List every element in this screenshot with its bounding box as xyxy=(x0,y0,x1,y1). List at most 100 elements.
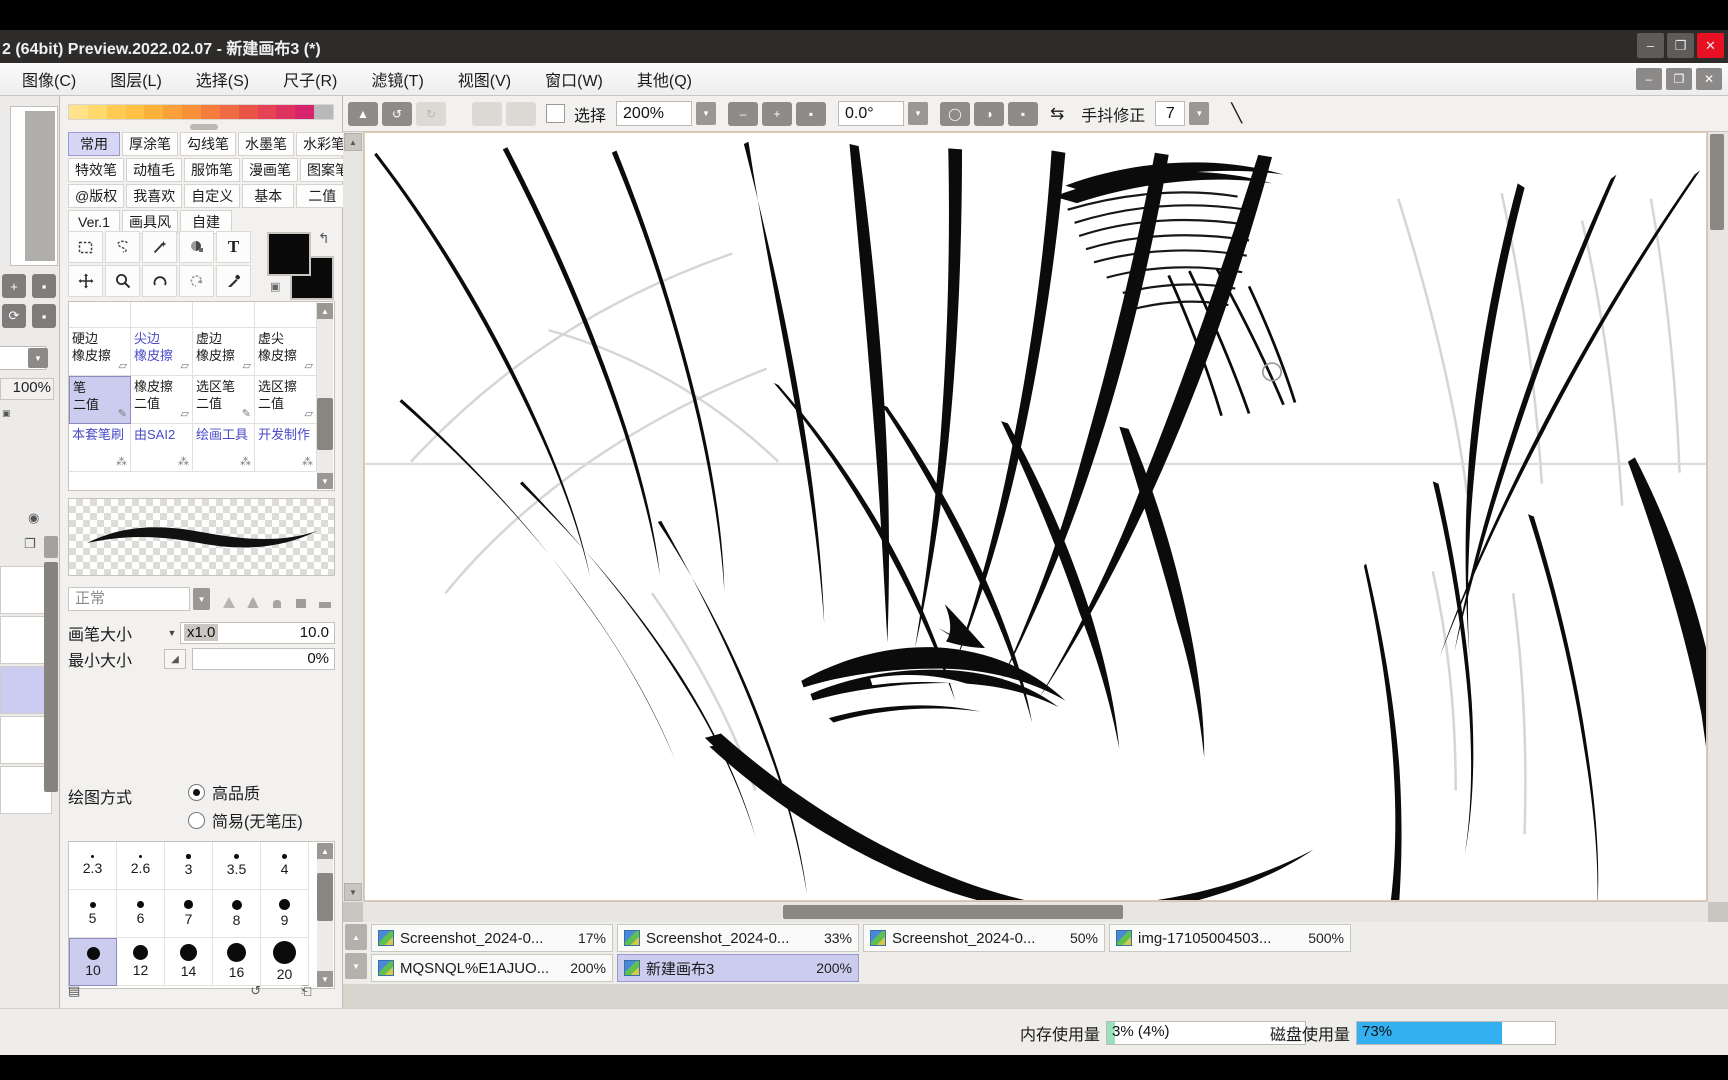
brush-category-自定义[interactable]: 自定义 xyxy=(184,184,241,208)
layer-add-icon[interactable]: ❐ xyxy=(24,536,36,552)
brush-preset-本套笔刷[interactable]: 本套笔刷 ⁂ xyxy=(69,424,131,472)
brush-size-caret-icon[interactable]: ▼ xyxy=(164,625,180,641)
navigator-zoom-reset-button[interactable]: ▪ xyxy=(32,274,56,298)
minimize-button[interactable]: – xyxy=(1637,33,1664,58)
restore-button[interactable]: ❐ xyxy=(1667,33,1694,58)
size-preset-16[interactable]: 16 xyxy=(213,938,261,986)
draw-mode-option-high-quality[interactable]: 高品质 xyxy=(188,778,303,806)
brush-preset-虚尖[interactable]: 虚尖 橡皮擦 ▱ xyxy=(255,328,317,376)
toolbar-history-back-icon[interactable]: ▲ xyxy=(348,101,378,126)
min-size-pressure-icon[interactable]: ◢ xyxy=(164,649,186,669)
brush-preset-scrollbar[interactable]: ▲ ▼ xyxy=(317,303,333,489)
size-preset-5[interactable]: 5 xyxy=(69,890,117,938)
size-preset-2.3[interactable]: 2.3 xyxy=(69,842,117,890)
menu-item-ruler[interactable]: 尺子(R) xyxy=(269,64,351,94)
menu-item-window[interactable]: 窗口(W) xyxy=(531,64,617,94)
rect-select-icon[interactable] xyxy=(68,231,103,263)
brush-size-field[interactable]: x1.0 10.0 xyxy=(180,622,335,644)
brush-shape-medium-icon[interactable] xyxy=(243,589,263,609)
lasso-select-icon[interactable] xyxy=(105,231,140,263)
zoom-out-button[interactable]: – xyxy=(728,101,759,126)
inner-close-button[interactable]: ✕ xyxy=(1696,68,1722,90)
brush-category-我喜欢[interactable]: 我喜欢 xyxy=(126,184,183,208)
brush-preset-笔[interactable]: 笔二值 ✎ xyxy=(69,376,131,424)
palette-swatch[interactable] xyxy=(238,105,258,119)
close-button[interactable]: ✕ xyxy=(1697,33,1724,58)
brush-shape-flat-icon[interactable] xyxy=(315,589,335,609)
primary-color-swatch[interactable] xyxy=(267,232,311,276)
size-scrollbar-thumb[interactable] xyxy=(317,873,333,921)
document-tab[interactable]: Screenshot_2024-0... 50% xyxy=(863,924,1105,952)
brush-category-厚涂笔[interactable]: 厚涂笔 xyxy=(122,132,178,156)
menu-item-filter[interactable]: 滤镜(T) xyxy=(357,64,437,94)
navigator-zoom-in-button[interactable]: + xyxy=(2,274,26,298)
eyedropper-icon[interactable] xyxy=(216,265,251,297)
min-size-field[interactable]: 0% xyxy=(192,648,335,670)
brush-category-常用[interactable]: 常用 xyxy=(68,132,120,156)
document-tab[interactable]: MQSNQL%E1AJUO... 200% xyxy=(371,954,613,982)
canvas-gutter-bottom-button[interactable]: ▼ xyxy=(344,883,362,901)
brush-preset-选区擦[interactable]: 选区擦 二值 ▱ xyxy=(255,376,317,424)
brush-category-勾线笔[interactable]: 勾线笔 xyxy=(180,132,236,156)
size-preset-6[interactable]: 6 xyxy=(117,890,165,938)
move-tool-icon[interactable] xyxy=(68,265,103,297)
rotate-cw-button[interactable]: ◑ xyxy=(974,101,1005,126)
menu-item-layer[interactable]: 图层(L) xyxy=(96,64,176,94)
rotate-ccw-button[interactable]: ◯ xyxy=(940,101,971,126)
palette-swatch[interactable] xyxy=(163,105,183,119)
canvas-horizontal-scrollbar[interactable] xyxy=(363,902,1708,922)
navigator-rotate-reset-button[interactable]: ▪ xyxy=(32,304,56,328)
blend-mode-select[interactable]: 正常 xyxy=(68,587,191,611)
palette-swatch[interactable] xyxy=(182,105,202,119)
canvas-vscroll-thumb[interactable] xyxy=(1710,134,1724,230)
canvas-gutter-top-button[interactable]: ▲ xyxy=(344,133,362,151)
size-preset-2.6[interactable]: 2.6 xyxy=(117,842,165,890)
size-preset-3.5[interactable]: 3.5 xyxy=(213,842,261,890)
palette-swatch[interactable] xyxy=(144,105,164,119)
magic-wand-icon[interactable] xyxy=(142,231,177,263)
color-palette-strip[interactable] xyxy=(68,104,334,120)
brush-preset-cell[interactable] xyxy=(255,302,317,328)
palette-swatch[interactable] xyxy=(87,105,107,119)
bucket-fill-icon[interactable] xyxy=(179,231,214,263)
brush-shape-hard-icon[interactable] xyxy=(267,589,287,609)
size-preset-10[interactable]: 10 xyxy=(69,938,117,986)
size-scroll-up-button[interactable]: ▲ xyxy=(317,843,333,859)
brush-category-基本[interactable]: 基本 xyxy=(242,184,295,208)
canvas-rotation-caret-icon[interactable]: ▼ xyxy=(908,102,929,125)
palette-swatch[interactable] xyxy=(276,105,296,119)
canvas-zoom-caret-icon[interactable]: ▼ xyxy=(696,102,717,125)
draw-mode-option-simple[interactable]: 简易(无笔压) xyxy=(188,806,303,834)
menu-item-other[interactable]: 其他(Q) xyxy=(623,64,706,94)
size-preset-20[interactable]: 20 xyxy=(261,938,309,986)
brush-preset-cell[interactable] xyxy=(131,302,193,328)
preset-scroll-down-button[interactable]: ▼ xyxy=(317,473,333,489)
menu-item-select[interactable]: 选择(S) xyxy=(182,64,263,94)
palette-swatch[interactable] xyxy=(314,105,334,119)
select-checkbox[interactable] xyxy=(546,104,565,123)
brush-preset-cell[interactable] xyxy=(193,302,255,328)
brush-preset-尖边[interactable]: 尖边 橡皮擦 ▱ xyxy=(131,328,193,376)
document-tab[interactable]: Screenshot_2024-0... 17% xyxy=(371,924,613,952)
brush-preset-橡皮擦[interactable]: 橡皮擦 二值 ▱ xyxy=(131,376,193,424)
document-tab[interactable]: Screenshot_2024-0... 33% xyxy=(617,924,859,952)
palette-swatch[interactable] xyxy=(125,105,145,119)
zoom-reset-button[interactable]: ▪ xyxy=(796,101,827,126)
toolbar-cut-icon[interactable] xyxy=(472,101,502,126)
blend-mode-caret-icon[interactable]: ▼ xyxy=(193,588,210,610)
palette-swatch[interactable] xyxy=(257,105,277,119)
flip-canvas-icon[interactable]: ⇆ xyxy=(1050,104,1064,124)
brush-category-二值[interactable]: 二值 xyxy=(296,184,349,208)
navigator-thumbnail[interactable] xyxy=(10,106,58,266)
stabilizer-caret-icon[interactable]: ▼ xyxy=(1189,102,1210,125)
line-tool-icon[interactable]: ╲ xyxy=(1231,103,1242,124)
brush-shape-soft-icon[interactable] xyxy=(219,589,239,609)
tab-scroll-up-button[interactable]: ▲ xyxy=(345,924,367,950)
size-grid-scrollbar[interactable]: ▲ ▼ xyxy=(317,843,333,987)
toolbar-paste-icon[interactable] xyxy=(506,101,536,126)
swap-colors-icon[interactable]: ↰ xyxy=(318,230,330,247)
canvas-vertical-scrollbar[interactable] xyxy=(1708,132,1728,902)
navigator-rotate-button[interactable]: ⟳ xyxy=(2,304,26,328)
palette-swatch[interactable] xyxy=(106,105,126,119)
canvas-zoom-field[interactable]: 200% xyxy=(616,101,693,126)
